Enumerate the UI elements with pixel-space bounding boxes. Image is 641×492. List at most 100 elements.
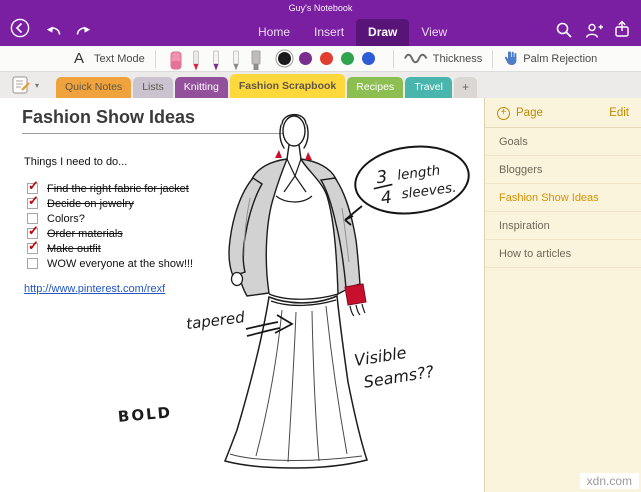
bubble-fraction-numerator: 3	[375, 167, 388, 188]
text-mode-button[interactable]: A Text Mode	[74, 50, 145, 67]
thickness-button[interactable]: Thickness	[404, 52, 483, 65]
section-tab-fashion-scrapbook[interactable]: Fashion Scrapbook	[230, 74, 345, 98]
search-button[interactable]	[553, 19, 575, 41]
todo-label: Make outfit	[47, 243, 101, 255]
tab-draw[interactable]: Draw	[356, 19, 409, 46]
palm-icon	[503, 50, 518, 67]
titlebar: Guy's Notebook Home Insert Draw View	[0, 0, 641, 46]
sidebar-page-goals[interactable]: Goals	[485, 128, 641, 156]
bubble-fraction-denominator: 4	[380, 188, 393, 209]
divider	[492, 50, 493, 68]
todo-label: Colors?	[47, 213, 85, 225]
section-tab-quick-notes[interactable]: Quick Notes	[56, 77, 131, 98]
gray-pen-tool[interactable]	[228, 46, 244, 72]
eraser-tool[interactable]	[168, 46, 184, 72]
jacket	[229, 159, 360, 296]
section-tab-recipes[interactable]: Recipes	[347, 77, 403, 98]
notebook-switcher[interactable]: ▾	[10, 75, 39, 95]
section-tab-travel[interactable]: Travel	[405, 77, 452, 98]
todo-checkbox[interactable]: ✓	[27, 258, 38, 269]
lapels	[276, 159, 312, 202]
seams-text: Seams??	[362, 362, 435, 392]
section-tab-lists[interactable]: Lists	[133, 77, 173, 98]
swatch-green[interactable]	[341, 52, 354, 65]
redo-button[interactable]	[72, 19, 94, 41]
chevron-down-icon: ▾	[35, 81, 39, 90]
check-icon: ✓	[28, 178, 39, 194]
tab-insert[interactable]: Insert	[302, 19, 356, 46]
undo-button[interactable]	[42, 19, 64, 41]
todo-item[interactable]: ✓ WOW everyone at the show!!!	[27, 257, 193, 270]
notebook-icon	[10, 75, 32, 95]
bubble-word-sleeves: sleeves.	[401, 180, 458, 203]
pinterest-link[interactable]: http://www.pinterest.com/rexf	[24, 283, 165, 295]
back-icon	[10, 18, 30, 38]
todo-checkbox[interactable]: ✓	[27, 243, 38, 254]
bubble-text: 3 4 length sleeves.	[371, 159, 457, 210]
page-title[interactable]: Fashion Show Ideas	[22, 107, 195, 128]
palm-rejection-button[interactable]: Palm Rejection	[503, 50, 597, 67]
waist-lines	[269, 294, 338, 305]
todo-item[interactable]: ✓ Order materials	[27, 227, 123, 240]
add-page-label: Page	[516, 107, 543, 119]
palm-rejection-label: Palm Rejection	[523, 53, 597, 65]
annotation-bubble	[351, 140, 472, 219]
bold-text: BOLD	[117, 403, 173, 426]
tab-home[interactable]: Home	[246, 19, 302, 46]
thickness-icon	[404, 52, 428, 65]
divider	[155, 50, 156, 68]
visible-seams-annotation: Visible Seams??	[353, 339, 436, 393]
search-icon	[555, 21, 573, 39]
tapered-annotation: tapered	[185, 308, 246, 333]
tab-view[interactable]: View	[409, 19, 459, 46]
tapered-text: tapered	[185, 308, 246, 333]
purple-pen-tool[interactable]	[208, 46, 224, 72]
title-underline	[22, 133, 303, 134]
red-cuff	[345, 284, 366, 305]
sidebar-page-inspiration[interactable]: Inspiration	[485, 212, 641, 240]
sidebar-page-how-to-articles[interactable]: How to articles	[485, 240, 641, 268]
left-hand	[232, 273, 243, 286]
undo-icon	[44, 21, 63, 39]
edit-button[interactable]: Edit	[609, 98, 629, 128]
right-earring	[305, 152, 312, 160]
bubble-word-length: length	[396, 163, 441, 184]
bubble-pointer	[345, 206, 362, 225]
section-tabs: Quick Notes Lists Knitting Fashion Scrap…	[56, 74, 477, 98]
intro-text: Things I need to do...	[24, 156, 127, 168]
ribbon-tabs: Home Insert Draw View	[246, 19, 459, 46]
marker-tool[interactable]	[248, 46, 264, 72]
todo-item[interactable]: ✓ Make outfit	[27, 242, 101, 255]
plus-icon: +	[497, 107, 510, 120]
note-canvas[interactable]: Fashion Show Ideas Things I need to do..…	[0, 98, 484, 492]
add-section-button[interactable]: +	[454, 77, 477, 98]
redo-icon	[74, 21, 93, 39]
todo-item[interactable]: ✓ Find the right fabric for jacket	[27, 182, 189, 195]
color-swatches	[278, 52, 375, 65]
todo-checkbox[interactable]: ✓	[27, 198, 38, 209]
swatch-purple[interactable]	[299, 52, 312, 65]
text-mode-icon: A	[74, 50, 84, 67]
right-hand	[350, 304, 365, 316]
red-pen-tool[interactable]	[188, 46, 204, 72]
add-page-button[interactable]: + Page	[497, 98, 543, 128]
todo-item[interactable]: ✓ Decide on jewelry	[27, 197, 134, 210]
swatch-black[interactable]	[278, 52, 291, 65]
swatch-blue[interactable]	[362, 52, 375, 65]
sidebar-page-bloggers[interactable]: Bloggers	[485, 156, 641, 184]
notebook-title: Guy's Notebook	[0, 3, 641, 13]
swatch-red[interactable]	[320, 52, 333, 65]
share-with-people-button[interactable]	[583, 19, 605, 41]
draw-toolbar: A Text Mode	[0, 46, 641, 72]
eraser-icon	[168, 48, 184, 72]
back-button[interactable]	[9, 17, 31, 39]
check-icon: ✓	[28, 223, 39, 239]
gray-pen-icon	[228, 48, 244, 72]
section-tab-knitting[interactable]: Knitting	[175, 77, 228, 98]
red-pen-icon	[188, 48, 204, 72]
share-button[interactable]	[611, 18, 633, 40]
share-icon	[613, 20, 631, 38]
tapered-arrow	[246, 315, 292, 336]
purple-pen-icon	[208, 48, 224, 72]
sidebar-page-fashion-show-ideas[interactable]: Fashion Show Ideas	[485, 184, 641, 212]
